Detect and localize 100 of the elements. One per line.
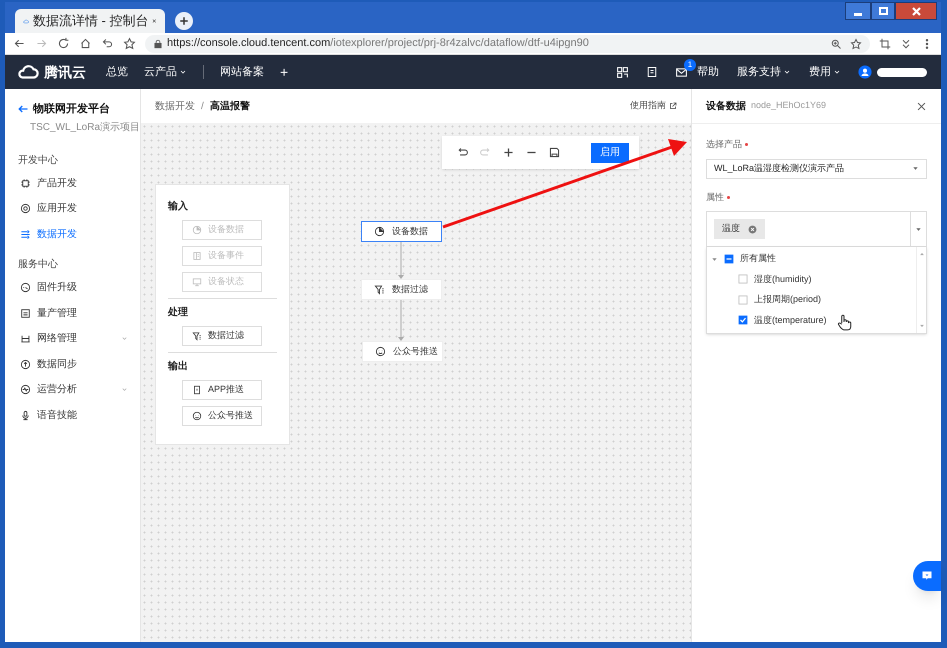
tree-item-label[interactable]: 湿度(humidity) xyxy=(754,272,812,286)
connector xyxy=(398,298,404,341)
section-heading: 开发中心 xyxy=(17,154,59,168)
platform-title[interactable]: 物联网开发平台 xyxy=(33,101,110,118)
nav-link[interactable]: 总览 xyxy=(106,64,128,80)
caret-down-icon xyxy=(912,165,919,172)
tree-item-label[interactable]: 上报周期(period) xyxy=(754,293,822,306)
palette-item[interactable]: 公众号推送 xyxy=(182,406,262,426)
pulse-icon xyxy=(20,384,31,396)
node-id: node_HEhOc1Y69 xyxy=(751,99,826,112)
reload-icon[interactable] xyxy=(57,37,70,50)
nav-link[interactable]: 帮助 xyxy=(697,64,719,80)
section-heading: 服务中心 xyxy=(17,258,59,272)
zoom-icon[interactable] xyxy=(830,38,842,50)
palette-item[interactable]: APP推送 xyxy=(182,380,262,400)
project-name: TSC_WL_LoRa演示项目 xyxy=(29,120,140,134)
pie-chart-icon xyxy=(374,226,385,237)
avatar-icon[interactable] xyxy=(858,65,872,79)
product-select[interactable]: WL_LoRa温湿度检测仪演示产品 xyxy=(706,158,927,178)
gauge-icon xyxy=(20,282,31,294)
nav-link[interactable]: 网站备案 xyxy=(220,64,264,80)
chevrons-icon[interactable] xyxy=(900,38,912,50)
panel-title: 设备数据 xyxy=(706,100,746,114)
microphone-icon xyxy=(20,410,31,421)
undo-icon[interactable] xyxy=(101,37,114,50)
target-icon xyxy=(20,203,31,214)
sidebar-item[interactable]: 运营分析 xyxy=(5,377,140,402)
scrollbar[interactable] xyxy=(916,247,926,332)
checkbox[interactable] xyxy=(738,294,748,305)
minimize-icon xyxy=(854,13,862,16)
pie-chart-icon xyxy=(192,225,202,235)
close-button[interactable] xyxy=(895,2,937,20)
chip-icon xyxy=(20,178,31,189)
save-icon[interactable] xyxy=(548,146,561,159)
caret-icon xyxy=(179,68,187,76)
field-label: 属性 xyxy=(706,190,724,204)
sidebar-item[interactable]: 语音技能 xyxy=(5,402,140,428)
sidebar-item[interactable]: 量产管理 xyxy=(5,300,140,326)
qr-code-icon[interactable] xyxy=(616,66,629,78)
flow-icon xyxy=(20,228,31,240)
enable-button[interactable]: 启用 xyxy=(591,142,629,162)
close-icon xyxy=(912,6,920,16)
phone-icon xyxy=(192,385,202,395)
sidebar-item[interactable]: 固件升级 xyxy=(5,275,140,300)
url-text: https://console.cloud.tencent.com/iotexplorer/project/prj-8r4zalvc/dataflow/dtf-u4ipgn90 xyxy=(167,36,589,52)
address-bar[interactable]: https://console.cloud.tencent.com/iotexplorer/project/prj-8r4zalvc/dataflow/dtf-u4ipgn90 xyxy=(145,34,870,52)
guide-link[interactable]: 使用指南 xyxy=(630,99,677,113)
minimize-button[interactable] xyxy=(845,2,871,20)
maximize-button[interactable] xyxy=(871,2,895,20)
scroll-down-icon xyxy=(918,322,924,328)
home-icon[interactable] xyxy=(79,37,92,50)
back-arrow-icon[interactable] xyxy=(17,103,29,116)
zoom-in-icon[interactable] xyxy=(502,146,515,159)
tree-item-label[interactable]: 温度(temperature) xyxy=(754,314,827,327)
sidebar-item[interactable]: 应用开发 xyxy=(5,196,140,222)
document-icon[interactable] xyxy=(646,66,658,78)
scroll-up-icon xyxy=(918,251,924,257)
group-heading: 输入 xyxy=(168,200,189,214)
nav-link[interactable]: 云产品 xyxy=(144,64,187,80)
field-label: 选择产品 xyxy=(706,138,742,151)
checkbox[interactable] xyxy=(738,274,748,284)
document-icon xyxy=(192,251,202,261)
sidebar-item[interactable]: 数据同步 xyxy=(5,352,140,377)
star-icon[interactable] xyxy=(850,38,862,50)
new-tab-button[interactable] xyxy=(175,12,193,30)
attribute-select[interactable]: 温度 xyxy=(706,211,927,247)
sidebar-item[interactable]: 产品开发 xyxy=(5,170,140,196)
filter-icon xyxy=(192,331,202,341)
expand-caret-icon[interactable] xyxy=(711,256,718,262)
star-icon[interactable] xyxy=(123,37,136,50)
flow-node[interactable]: 设备数据 xyxy=(361,221,442,242)
tab-title: 数据流详情 - 控制台 xyxy=(32,12,148,30)
close-icon[interactable] xyxy=(916,100,927,112)
logo-text: 腾讯云 xyxy=(44,62,86,82)
palette-item[interactable]: 数据过滤 xyxy=(182,326,262,346)
crop-icon[interactable] xyxy=(879,38,891,50)
checkbox[interactable] xyxy=(738,315,748,326)
plus-icon xyxy=(179,16,189,26)
sidebar-item[interactable]: 网络管理 xyxy=(5,326,140,352)
notification-badge: 1 xyxy=(684,58,696,70)
back-icon[interactable] xyxy=(13,37,26,50)
flow-node[interactable]: 公众号推送 xyxy=(362,341,443,362)
mail-icon[interactable] xyxy=(675,66,688,78)
monitor-icon xyxy=(192,277,202,287)
maximize-icon xyxy=(878,7,888,15)
hand-cursor-icon xyxy=(835,313,853,331)
document-icon xyxy=(20,308,31,319)
browser-tab[interactable]: 数据流详情 - 控制台 xyxy=(15,9,165,33)
add-button[interactable]: + xyxy=(280,65,288,79)
nav-link[interactable]: 费用 xyxy=(809,64,841,80)
remove-icon[interactable] xyxy=(748,224,757,234)
tree-item-label[interactable]: 所有属性 xyxy=(740,252,776,266)
sidebar-item[interactable]: 数据开发 xyxy=(5,222,140,247)
redacted-username xyxy=(877,68,927,76)
checkbox[interactable] xyxy=(724,254,734,264)
caret-icon xyxy=(833,68,841,76)
breadcrumb-link[interactable]: 数据开发 xyxy=(155,98,195,114)
sync-icon xyxy=(20,358,31,370)
flow-node[interactable]: 数据过滤 xyxy=(361,279,442,300)
nav-link[interactable]: 服务支持 xyxy=(737,64,791,80)
